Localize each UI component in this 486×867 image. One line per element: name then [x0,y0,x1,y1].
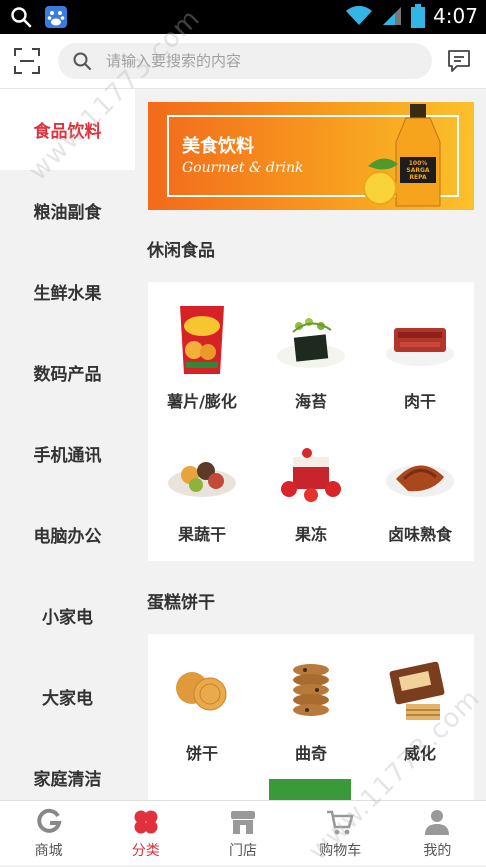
bottom-tab-bar: 商城 分类 门店 购物车 我的 [0,800,486,865]
category-label: 薯片/膨化 [167,392,237,411]
search-field[interactable] [58,43,432,79]
baidu-app-icon [45,6,67,28]
signal-icon [383,7,402,25]
banner-title-cn: 美食饮料 [182,136,254,157]
jelly-icon [273,435,349,511]
sidebar-item-computer-office[interactable]: 电脑办公 [0,494,135,575]
seaweed-icon [273,302,349,378]
search-input[interactable] [106,43,416,79]
category-label: 肉干 [403,392,436,411]
banner-title-en: Gourmet & drink [182,160,304,176]
battery-icon [411,4,426,28]
category-item-biscuit[interactable]: 饼干 [148,654,256,764]
search-icon [73,52,91,70]
section-card-snacks: 薯片/膨化 海苔 肉干 果蔬干 果冻 卤味熟食 [148,282,474,561]
braised-meat-icon [382,435,458,511]
tab-store[interactable]: 门店 [194,801,291,865]
tab-category[interactable]: 分类 [97,801,194,865]
category-item-dried-fruit[interactable]: 果蔬干 [148,435,256,545]
category-icon [134,810,158,833]
category-label: 卤味熟食 [387,525,452,544]
wifi-icon [346,5,373,25]
status-bar: 4:07 [0,0,486,34]
category-item-wafer[interactable]: 威化 [366,654,474,764]
category-label: 曲奇 [294,744,327,763]
scan-icon[interactable] [13,47,41,75]
profile-icon [425,809,450,835]
tab-mall[interactable]: 商城 [0,801,97,865]
section-title-cakes-biscuits: 蛋糕饼干 [147,593,215,613]
message-icon[interactable] [446,48,472,74]
jerky-icon [382,302,458,378]
sidebar-item-digital[interactable]: 数码产品 [0,332,135,413]
cookie-icon [273,654,349,730]
section-card-cakes-biscuits: 饼干 曲奇 威化 [148,634,474,800]
category-label: 果蔬干 [177,525,226,544]
tab-label: 门店 [229,842,257,859]
biscuit-icon [164,654,240,730]
section-title-snacks: 休闲食品 [147,241,215,261]
tab-label: 商城 [34,842,63,859]
sidebar-item-large-appliance[interactable]: 大家电 [0,656,135,737]
category-item-braised-meat[interactable]: 卤味熟食 [366,435,474,545]
sidebar-item-food-drink[interactable]: 食品饮料 [0,89,135,170]
category-label: 果冻 [294,525,327,544]
category-item-jerky[interactable]: 肉干 [366,302,474,412]
tab-label: 分类 [131,842,160,859]
sidebar-item-grain-oil[interactable]: 粮油副食 [0,170,135,251]
chips-bag-icon [164,302,240,378]
category-sidebar: 食品饮料 粮油副食 生鲜水果 数码产品 手机通讯 电脑办公 小家电 大家电 家庭… [0,89,135,800]
banner-bottle-label: 100% SARGA REPA [406,160,430,181]
partial-product-image [269,779,351,800]
category-item-seaweed[interactable]: 海苔 [257,302,365,412]
sidebar-item-mobile[interactable]: 手机通讯 [0,413,135,494]
mall-icon [36,808,62,833]
promo-banner[interactable]: 美食饮料 Gourmet & drink 100% SARGA REPA [148,102,474,210]
category-content: 美食饮料 Gourmet & drink 100% SARGA REPA 休闲食… [135,89,486,800]
category-item-chips[interactable]: 薯片/膨化 [148,302,256,412]
category-label: 海苔 [294,392,327,411]
tab-label: 我的 [423,842,452,859]
store-icon [231,810,255,834]
tab-label: 购物车 [319,842,362,859]
category-label: 威化 [403,744,436,763]
cart-icon [327,810,354,834]
search-header [0,34,486,89]
category-item-cookie[interactable]: 曲奇 [257,654,365,764]
category-item-jelly[interactable]: 果冻 [257,435,365,545]
tab-profile[interactable]: 我的 [389,801,486,865]
sidebar-item-small-appliance[interactable]: 小家电 [0,575,135,656]
category-label: 饼干 [185,744,218,763]
sidebar-item-fresh-fruit[interactable]: 生鲜水果 [0,251,135,332]
search-icon [11,7,32,28]
tab-cart[interactable]: 购物车 [292,801,389,865]
wafer-icon [382,654,458,730]
status-time: 4:07 [433,4,478,28]
dried-fruit-icon [164,435,240,511]
